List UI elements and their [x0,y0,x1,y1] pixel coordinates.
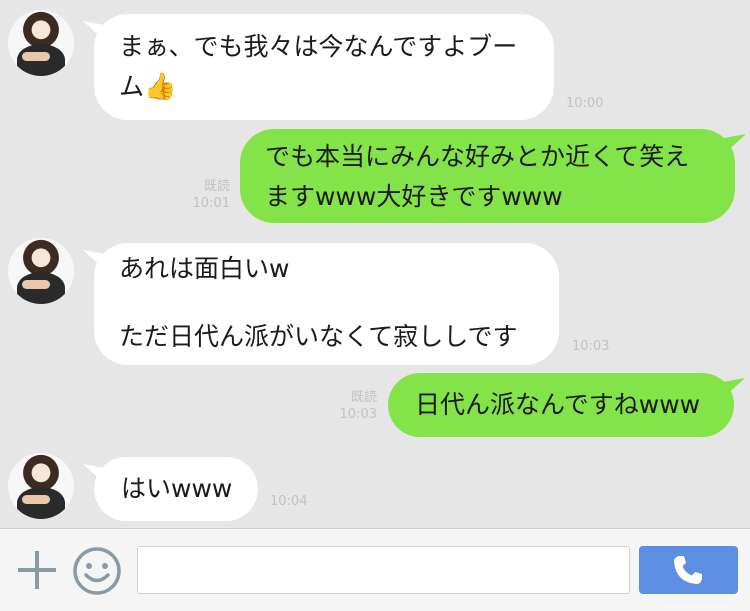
read-receipt: 既読 [203,179,230,194]
chat-area: まぁ、でも我々は今なんですよブー ム👍 10:00 既読 10:01 でも本当に… [0,0,750,528]
message-meta: 既読 10:03 [335,389,377,423]
contact-avatar[interactable] [8,10,74,76]
message-time: 10:04 [270,494,308,509]
contact-avatar[interactable] [8,453,74,519]
message-text: あれは面白いw [119,254,290,283]
message-text [119,286,534,320]
message-text: でも本当にみんな好みとか近くて笑え [265,142,690,171]
thumbs-up-icon: 👍 [144,72,177,102]
outgoing-message[interactable]: でも本当にみんな好みとか近くて笑え ますwww大好きですwww [240,129,735,223]
read-receipt: 既読 [350,390,377,405]
smiley-icon[interactable] [72,546,122,596]
incoming-message[interactable]: あれは面白いw ただ日代ん派がいなくて寂ししです [94,243,559,365]
message-time: 10:00 [566,96,604,111]
outgoing-message[interactable]: 日代ん派なんですねwww [388,373,734,437]
phone-icon [674,556,702,584]
incoming-message[interactable]: まぁ、でも我々は今なんですよブー ム👍 [94,14,554,120]
incoming-message[interactable]: はいwww [94,457,258,521]
message-text: ム👍 [119,72,177,102]
contact-avatar[interactable] [8,238,74,304]
message-text: はいwww [121,474,233,503]
message-time: 10:03 [572,339,610,354]
message-text: 日代ん派なんですねwww [415,390,701,419]
message-text: まぁ、でも我々は今なんですよブー [119,32,518,61]
message-meta: 既読 10:01 [188,178,230,212]
message-time: 10:01 [192,196,230,211]
input-bar [0,528,750,611]
call-button[interactable] [639,546,738,594]
plus-icon[interactable] [16,549,58,591]
message-time: 10:03 [339,407,377,422]
message-input[interactable] [137,546,630,594]
message-text: ただ日代ん派がいなくて寂ししです [119,322,518,351]
message-text: ますwww大好きですwww [265,182,563,211]
